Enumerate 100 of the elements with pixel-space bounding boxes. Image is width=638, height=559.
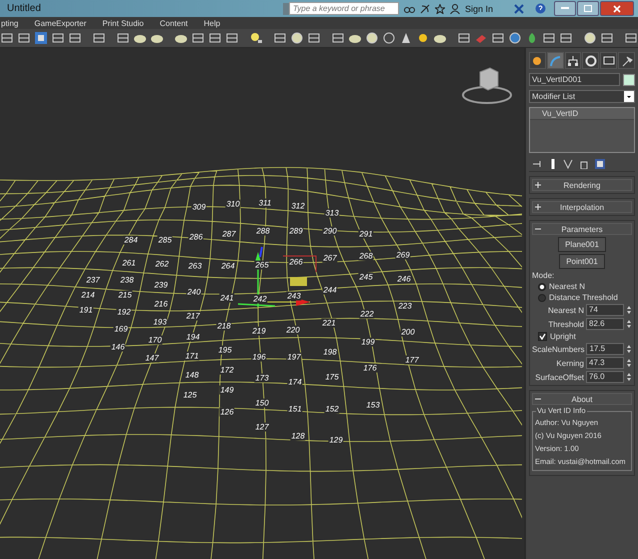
menu-item[interactable]: Content <box>158 18 189 28</box>
vertex-number: 268 <box>358 252 374 260</box>
minimize-button[interactable] <box>554 1 576 16</box>
panel-tab[interactable] <box>582 52 600 69</box>
vertex-number: 244 <box>322 286 338 294</box>
vertex-number: 242 <box>252 294 268 304</box>
hammer-icon <box>620 54 633 66</box>
vertex-number: 176 <box>362 364 378 372</box>
color-swatch[interactable] <box>623 74 635 86</box>
viewcube-icon[interactable] <box>462 67 512 104</box>
maximize-button[interactable] <box>577 1 599 16</box>
globe-icon[interactable] <box>508 31 522 45</box>
vertex-number: 197 <box>286 352 302 362</box>
modifier-list-dropdown[interactable]: Modifier List <box>529 90 635 103</box>
spinner-field[interactable]: 17.5 <box>586 343 624 355</box>
spinner-field[interactable]: 76.0 <box>586 371 624 383</box>
rollout-header[interactable]: Parameters <box>532 223 632 235</box>
select-icon[interactable] <box>34 31 48 45</box>
vertex-number: 264 <box>220 262 236 270</box>
vertex-number: 191 <box>78 306 94 314</box>
minimize-icon <box>561 7 569 10</box>
spinner-arrows-icon[interactable] <box>626 305 632 315</box>
arc-icon <box>549 54 562 66</box>
panel-tab[interactable] <box>546 52 564 69</box>
vertex-number: 196 <box>251 352 267 362</box>
menu-item[interactable]: pting <box>0 18 20 28</box>
vertex-number: 149 <box>219 386 235 394</box>
spinner-arrows-icon[interactable] <box>626 344 632 354</box>
sign-in-link[interactable]: Sign In <box>464 4 493 14</box>
menu-item[interactable]: Print Studio <box>101 18 145 28</box>
spinner-label: Kerning <box>556 358 584 368</box>
fork-icon[interactable] <box>563 159 573 169</box>
rollout-header[interactable]: About <box>532 393 632 405</box>
vertex-number: 290 <box>322 226 338 236</box>
star-icon[interactable] <box>434 4 445 14</box>
ring-icon[interactable] <box>382 31 396 45</box>
vertex-number: 215 <box>117 290 133 300</box>
panel-tab[interactable] <box>564 52 582 69</box>
vertex-number: 152 <box>324 404 340 414</box>
cone-icon[interactable] <box>399 31 413 45</box>
spinner-field[interactable]: 47.3 <box>586 357 624 369</box>
stack-item[interactable]: Vu_VertID <box>530 108 634 120</box>
spinner-label: Threshold <box>548 320 584 328</box>
pick-button[interactable]: Plane001 <box>558 237 606 252</box>
search-field[interactable]: Type a keyword or phrase <box>288 2 399 15</box>
vertex-number: 265 <box>254 260 270 270</box>
vertex-number: 288 <box>255 226 271 236</box>
vertex-number: 238 <box>119 276 135 284</box>
close-button[interactable] <box>600 1 634 16</box>
vertex-number: 172 <box>219 366 235 374</box>
spinner-field[interactable]: 74 <box>586 304 624 316</box>
close-icon <box>613 4 621 12</box>
spinner-arrows-icon[interactable] <box>626 319 632 329</box>
vertex-number: 310 <box>225 200 241 208</box>
vertex-number: 221 <box>321 318 337 328</box>
vertex-number: 169 <box>113 324 129 334</box>
vertex-number: 127 <box>254 422 270 432</box>
sphere-icon[interactable] <box>583 31 597 45</box>
vertex-number: 237 <box>85 276 101 284</box>
help-icon[interactable] <box>535 3 546 14</box>
person-icon[interactable] <box>450 4 460 14</box>
vertex-number: 199 <box>360 338 376 346</box>
rollout-header[interactable]: Rendering <box>532 179 632 191</box>
vertex-number: 193 <box>152 318 168 326</box>
spinner-field[interactable]: 82.6 <box>586 318 624 330</box>
grid-icon[interactable] <box>600 31 614 45</box>
tree-icon <box>567 54 580 66</box>
spinner-arrows-icon[interactable] <box>626 372 632 382</box>
configure-icon[interactable] <box>595 159 605 169</box>
radio-button[interactable] <box>538 294 546 302</box>
maximize-icon <box>584 5 592 12</box>
bar-icon[interactable] <box>550 159 556 169</box>
radio-button[interactable] <box>538 282 546 290</box>
panel-tab[interactable] <box>618 52 635 69</box>
vertex-number: 266 <box>288 258 304 266</box>
grid-icon[interactable] <box>225 31 239 45</box>
menu-item[interactable]: Help <box>202 18 222 28</box>
checkbox[interactable] <box>538 332 547 341</box>
panel-tab[interactable] <box>529 52 546 69</box>
x-logo-icon[interactable] <box>514 4 524 14</box>
pick-button[interactable]: Point001 <box>559 254 605 269</box>
vertex-number: 243 <box>286 292 302 300</box>
vertex-number: 240 <box>186 288 202 296</box>
sun-icon[interactable] <box>416 31 430 45</box>
vertex-number: 153 <box>365 400 381 410</box>
vertex-number: 246 <box>396 274 412 284</box>
vertex-number: 219 <box>251 326 267 336</box>
spinner-arrows-icon[interactable] <box>626 358 632 368</box>
viewport[interactable] <box>0 48 524 559</box>
pin-icon[interactable] <box>533 160 543 168</box>
vertex-number: 148 <box>184 370 200 380</box>
vertex-number: 194 <box>185 332 201 342</box>
vertex-number: 146 <box>110 342 126 352</box>
panel-tab[interactable] <box>600 52 618 69</box>
light-icon[interactable] <box>249 31 263 45</box>
object-name-field[interactable]: Vu_VertID001 <box>529 73 620 86</box>
vertex-number: 171 <box>184 352 200 360</box>
menu-item[interactable]: GameExporter <box>33 18 88 28</box>
rollout-header[interactable]: Interpolation <box>532 201 632 213</box>
circle-icon[interactable] <box>365 31 379 45</box>
